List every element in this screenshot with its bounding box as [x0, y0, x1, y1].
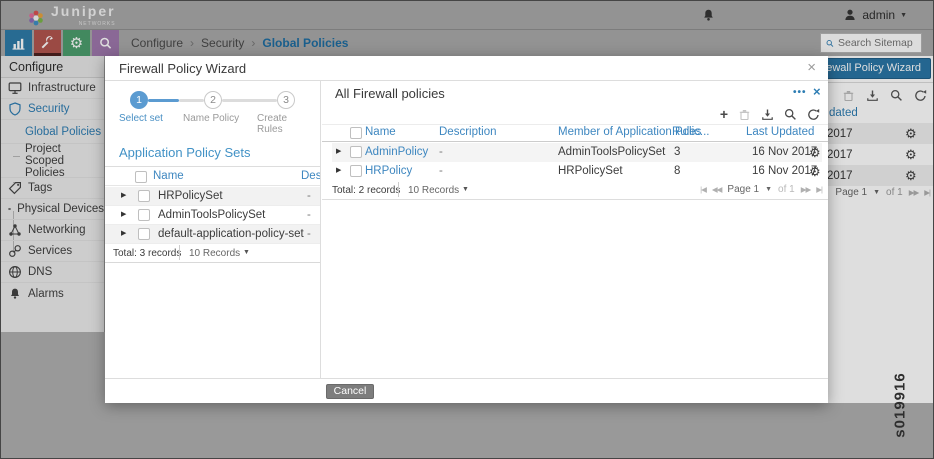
- wizard-steps: 1 2 3 Select set Name Policy Create Rule…: [119, 87, 314, 127]
- column-last-updated[interactable]: Last Updated: [746, 126, 814, 138]
- policy-set-row[interactable]: ▶ HRPolicySet -: [105, 187, 321, 206]
- step-3-circle[interactable]: 3: [277, 91, 295, 109]
- column-rules[interactable]: Rules: [672, 126, 701, 138]
- row-checkbox[interactable]: [138, 209, 150, 221]
- refresh-icon[interactable]: [807, 108, 820, 121]
- row-checkbox[interactable]: [138, 228, 150, 240]
- select-all-checkbox[interactable]: [135, 171, 147, 183]
- policy-row[interactable]: ▶ AdminPolicy - AdminToolsPolicySet 3 16…: [332, 143, 822, 162]
- policy-set-row[interactable]: ▶ AdminToolsPolicySet -: [105, 206, 321, 225]
- row-checkbox[interactable]: [350, 146, 362, 158]
- panel-close-icon[interactable]: ×: [813, 84, 821, 99]
- step-2-circle[interactable]: 2: [204, 91, 222, 109]
- screen: Juniper NETWORKS admin ▼: [0, 0, 934, 459]
- step-1-label: Select set: [119, 113, 163, 124]
- divider: [398, 182, 399, 197]
- step-connector: [222, 99, 277, 102]
- policy-set-row[interactable]: ▶ default-application-policy-set -: [105, 225, 321, 244]
- caret-down-icon[interactable]: ▼: [462, 186, 469, 193]
- policy-sets-pane: 1 2 3 Select set Name Policy Create Rule…: [105, 81, 321, 378]
- close-icon[interactable]: ×: [807, 59, 816, 76]
- last-page-icon[interactable]: ▶|: [816, 185, 822, 194]
- modal-title: Firewall Policy Wizard: [119, 56, 246, 81]
- policies-table-header: Name Description Member of Application P…: [322, 124, 828, 142]
- caret-down-icon[interactable]: ▼: [243, 249, 250, 256]
- trash-icon[interactable]: [738, 108, 751, 121]
- row-checkbox[interactable]: [350, 165, 362, 177]
- total-records: Total: 2 records: [332, 185, 400, 196]
- add-icon[interactable]: +: [720, 107, 728, 121]
- page-indicator: Page 1: [727, 184, 759, 195]
- policies-toolbar: +: [720, 107, 820, 121]
- policy-sets-footer: Total: 3 records 10 Records ▼: [105, 243, 321, 263]
- divider: [179, 245, 180, 260]
- application-policy-sets-heading: Application Policy Sets: [119, 145, 251, 160]
- select-all-checkbox[interactable]: [350, 127, 362, 139]
- policies-footer: Total: 2 records 10 Records ▼ |◀ ◀◀ Page…: [322, 180, 828, 200]
- first-page-icon[interactable]: |◀: [700, 185, 706, 194]
- policy-row[interactable]: ▶ HRPolicy - HRPolicySet 8 16 Nov 2017 ⚙: [332, 162, 822, 181]
- next-page-icon[interactable]: ▶▶: [801, 185, 811, 194]
- expand-caret-icon[interactable]: ▶: [121, 192, 126, 199]
- watermark: s019916: [892, 372, 909, 437]
- page-size-select[interactable]: 10 Records: [408, 185, 459, 196]
- column-description[interactable]: Desc: [301, 170, 321, 182]
- panel-menu-icon[interactable]: •••: [793, 87, 807, 98]
- modal-header: Firewall Policy Wizard ×: [105, 56, 828, 81]
- firewall-policy-wizard-modal: Firewall Policy Wizard × 1 2 3 Select se…: [105, 56, 828, 403]
- column-name[interactable]: Name: [153, 170, 184, 182]
- row-checkbox[interactable]: [138, 190, 150, 202]
- page-of: of 1: [778, 184, 795, 195]
- prev-page-icon[interactable]: ◀◀: [712, 185, 722, 194]
- step-1-circle[interactable]: 1: [130, 91, 148, 109]
- modal-footer: Cancel: [105, 378, 828, 403]
- search-icon[interactable]: [784, 108, 797, 121]
- step-connector: [148, 99, 179, 102]
- expand-caret-icon[interactable]: ▶: [121, 230, 126, 237]
- policy-sets-table-header: Name Desc: [105, 166, 321, 186]
- caret-down-icon[interactable]: ▼: [765, 186, 772, 193]
- gear-icon[interactable]: ⚙: [809, 165, 821, 178]
- step-2-label: Name Policy: [183, 113, 239, 124]
- expand-caret-icon[interactable]: ▶: [336, 167, 341, 174]
- step-3-label: Create Rules: [257, 113, 314, 135]
- page-size-select[interactable]: 10 Records: [189, 248, 240, 259]
- total-records: Total: 3 records: [113, 248, 181, 259]
- gear-icon[interactable]: ⚙: [809, 146, 821, 159]
- all-firewall-policies-pane: All Firewall policies ••• × +: [322, 81, 828, 378]
- panel-title: All Firewall policies: [335, 86, 445, 101]
- step-connector: [179, 99, 204, 102]
- cancel-button[interactable]: Cancel: [326, 384, 374, 399]
- column-name[interactable]: Name: [365, 126, 396, 138]
- column-description[interactable]: Description: [439, 126, 497, 138]
- pagination: |◀ ◀◀ Page 1 ▼ of 1 ▶▶ ▶|: [700, 184, 822, 195]
- expand-caret-icon[interactable]: ▶: [336, 148, 341, 155]
- export-icon[interactable]: [761, 108, 774, 121]
- expand-caret-icon[interactable]: ▶: [121, 211, 126, 218]
